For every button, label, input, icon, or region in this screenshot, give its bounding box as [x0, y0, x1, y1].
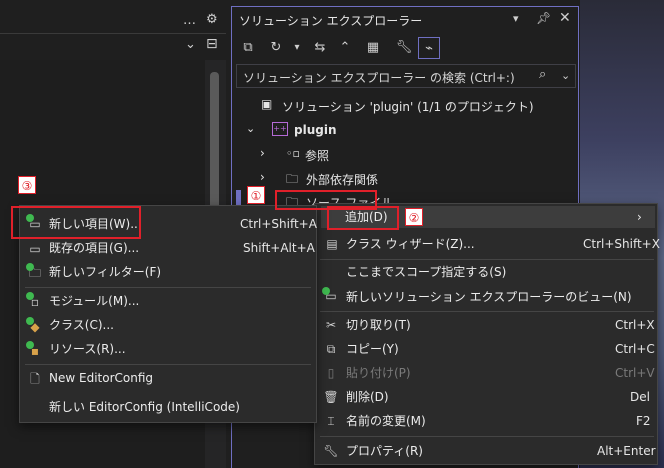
wrench-icon[interactable]: 🔧︎	[393, 37, 415, 59]
shortcut: Alt+Enter	[597, 444, 656, 458]
menu-separator	[320, 436, 654, 437]
existing-item-icon: ▭	[29, 242, 41, 256]
menu-item-label: ここまでスコープ指定する(S)	[346, 265, 507, 279]
annotation-badge-1: ①	[247, 186, 265, 204]
menu-item-label: コピー(Y)	[346, 342, 399, 356]
file-icon: 🗋︎	[30, 372, 40, 386]
menu-separator	[25, 287, 311, 288]
search-options-icon[interactable]: ⌄	[561, 69, 570, 82]
more-options-icon[interactable]: …	[183, 13, 196, 28]
panel-title: ソリューション エクスプローラー	[239, 14, 423, 28]
chevron-right-icon[interactable]: ›	[260, 146, 265, 160]
search-placeholder: ソリューション エクスプローラー の検索 (Ctrl+:)	[243, 71, 515, 85]
menu-separator	[25, 364, 311, 365]
tree-project[interactable]: plugin	[294, 123, 337, 137]
class-wizard-icon: ▤	[326, 237, 338, 251]
gear-icon[interactable]: ⚙	[206, 12, 218, 27]
menu-item-label: 新しいフィルター(F)	[49, 265, 162, 279]
menu-item-label: 既存の項目(G)...	[49, 241, 140, 255]
tree-external-deps[interactable]: 外部依存関係	[306, 171, 378, 188]
tree-solution-icon: ▣	[261, 97, 273, 111]
menu-item-label: プロパティ(R)	[346, 444, 423, 458]
tree-solution[interactable]: ソリューション 'plugin' (1/1 のプロジェクト)	[282, 98, 534, 115]
panel-dropdown-icon[interactable]: ▾	[513, 12, 519, 25]
add-badge-icon	[26, 263, 34, 271]
chevron-expanded-icon[interactable]: ⌄	[246, 122, 255, 135]
menu-item-label: 貼り付け(P)	[346, 366, 411, 380]
menu-item-label: モジュール(M)...	[49, 294, 140, 308]
history-icon[interactable]: ↻	[265, 37, 287, 59]
menu-item-label: 切り取り(T)	[346, 318, 411, 332]
tree-references[interactable]: 参照	[305, 147, 329, 164]
collapse-all-icon[interactable]: ⌃	[334, 37, 356, 59]
chevron-right-icon[interactable]: ›	[260, 170, 265, 184]
scissors-icon: ✂	[325, 318, 337, 332]
shortcut: Ctrl+X	[615, 318, 655, 332]
wrench-icon: 🔧︎	[323, 444, 339, 458]
highlight-box-add	[327, 206, 399, 230]
references-icon: ◦▫	[286, 147, 300, 160]
menu-item-label: 新しい EditorConfig (IntelliCode)	[49, 400, 240, 414]
close-icon[interactable]: ✕	[559, 10, 571, 26]
menu-item-label: 新しいソリューション エクスプローラーのビュー(N)	[346, 290, 632, 304]
menu-item-label: New EditorConfig	[49, 371, 154, 385]
show-all-files-icon[interactable]: ▦	[362, 37, 384, 59]
rename-icon: ⌶	[327, 414, 335, 428]
annotation-badge-2: ②	[405, 208, 423, 226]
search-icon[interactable]: ⌕	[539, 67, 546, 82]
selection-indicator	[236, 190, 241, 206]
highlight-box-new-item	[11, 206, 141, 239]
shortcut: Shift+Alt+A	[243, 241, 315, 255]
preview-selected-icon[interactable]: ⌁	[418, 37, 440, 59]
annotation-badge-3: ③	[18, 176, 36, 194]
copy-icon: ⧉	[326, 342, 336, 356]
split-editor-icon[interactable]: ⊟	[206, 36, 218, 52]
switch-views-icon[interactable]: ⧉	[237, 37, 259, 59]
menu-item-label: 削除(D)	[346, 390, 389, 404]
menu-separator	[320, 311, 654, 312]
pin-icon[interactable]: 📌︎	[536, 11, 551, 25]
shortcut: Ctrl+Shift+A	[240, 217, 317, 231]
shortcut: Ctrl+V	[615, 366, 655, 380]
shortcut: Ctrl+C	[615, 342, 655, 356]
submenu-arrow-icon: ›	[637, 210, 642, 224]
shortcut: Del	[630, 390, 650, 404]
add-badge-icon	[26, 292, 34, 300]
add-badge-icon	[26, 341, 34, 349]
chevron-down-icon[interactable]: ⌄	[185, 37, 196, 52]
trash-icon: 🗑︎	[323, 390, 339, 404]
folder-icon: 🗀︎	[286, 172, 299, 186]
add-badge-icon	[322, 287, 330, 295]
shortcut: F2	[636, 414, 651, 428]
project-icon: ++	[272, 122, 288, 136]
menu-item-label: 名前の変更(M)	[346, 414, 426, 428]
menu-item-label: リソース(R)...	[49, 342, 126, 356]
add-badge-icon	[26, 317, 34, 325]
menu-item-label: クラス(C)...	[49, 318, 114, 332]
shortcut: Ctrl+Shift+X	[583, 237, 660, 251]
history-dropdown-icon[interactable]: ▾	[286, 37, 308, 59]
menu-item-label: クラス ウィザード(Z)...	[346, 237, 475, 251]
sync-icon[interactable]: ⇆	[309, 37, 331, 59]
paste-icon: ▯	[327, 366, 335, 380]
